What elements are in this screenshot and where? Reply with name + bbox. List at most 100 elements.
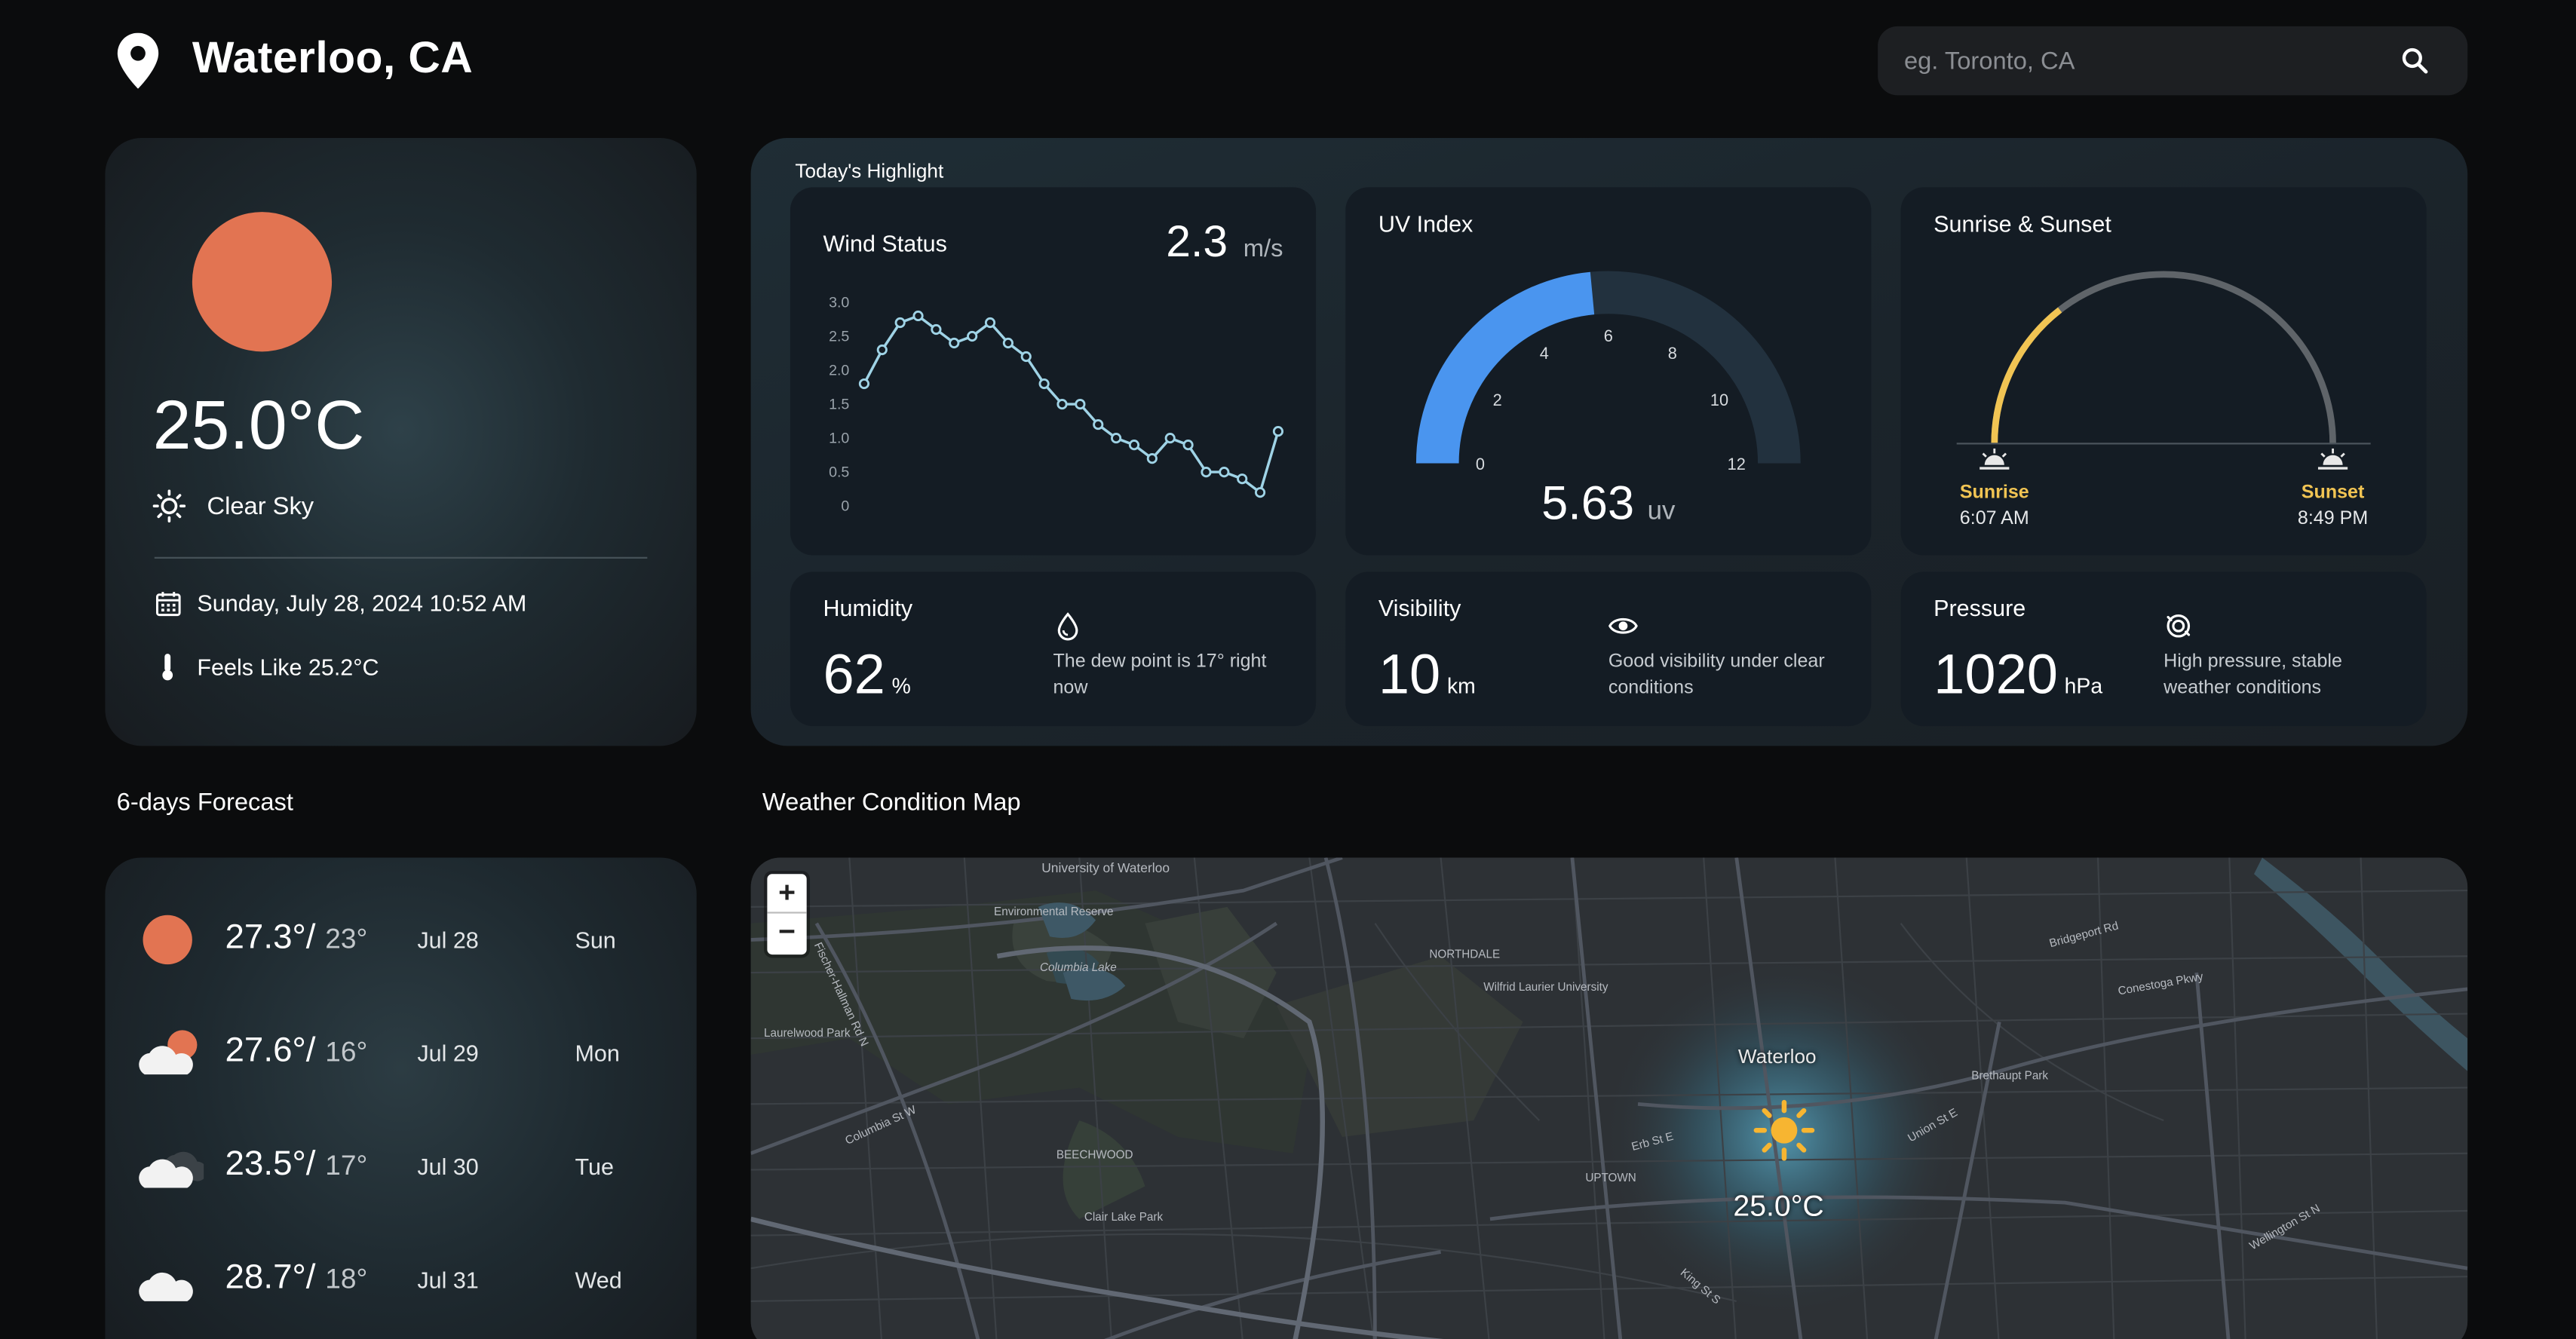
pressure-unit: hPa: [2064, 673, 2103, 699]
uv-value: 5.63: [1541, 478, 1635, 531]
wind-data-point: [1128, 440, 1140, 451]
uv-tick-label: 2: [1493, 391, 1502, 409]
y-tick-label: 1.5: [829, 397, 849, 413]
zoom-in-button[interactable]: +: [767, 874, 807, 914]
pressure-icon: [2167, 614, 2191, 638]
forecast-low: 17°: [325, 1150, 368, 1181]
map-tiles: [750, 857, 2468, 1339]
wind-line-chart: 3.0 2.5 2.0 1.5 1.0 0.5 0: [829, 294, 1284, 515]
wind-data-point: [876, 344, 888, 356]
map-city-label: Waterloo: [1737, 1044, 1817, 1068]
forecast-date: Jul 30: [417, 1153, 479, 1180]
droplet-icon: [1057, 612, 1078, 641]
search-icon[interactable]: [2399, 44, 2432, 78]
forecast-high: 27.6°/: [225, 1031, 316, 1070]
cloud-icon: [139, 1272, 193, 1301]
forecast-high: 23.5°/: [225, 1144, 316, 1183]
uv-tick-label: 0: [1476, 455, 1485, 473]
forecast-high: 28.7°/: [225, 1258, 316, 1297]
sun-icon: [143, 915, 192, 965]
y-tick-label: 0.5: [829, 464, 849, 481]
wind-data-point: [1219, 467, 1230, 478]
wind-data-point: [1146, 453, 1158, 464]
visibility-note: Good visibility under clear conditions: [1608, 652, 1825, 699]
humidity-note: The dew point is 17° right now: [1053, 652, 1267, 699]
y-tick-label: 3.0: [829, 294, 849, 311]
map-temp-label: 25.0°C: [1733, 1189, 1824, 1223]
forecast-temps: 27.6°/ 16°: [225, 1032, 367, 1071]
sun-arc-progress: [1991, 307, 2062, 444]
forecast-temps: 28.7°/ 18°: [225, 1258, 367, 1298]
uv-tick-label: 10: [1710, 391, 1728, 409]
forecast-date: Jul 29: [417, 1040, 479, 1067]
sunrise-sunset-card: Sunrise & Sunset Sunrise 6:07 AM Sunset …: [1900, 187, 2427, 556]
visibility-unit: km: [1446, 673, 1476, 699]
wind-data-point: [1201, 467, 1212, 478]
wind-series-line: [863, 314, 1280, 495]
y-tick-label: 2.0: [829, 363, 849, 379]
wind-data-point: [1182, 440, 1194, 451]
pressure-title: Pressure: [1934, 594, 2026, 621]
y-tick-label: 1.0: [829, 431, 849, 447]
map-label: Wilfrid Laurier University: [1483, 982, 1608, 994]
wind-data-point: [949, 337, 960, 349]
weather-map[interactable]: + − University of Waterloo Environmental…: [750, 857, 2468, 1339]
forecast-date: Jul 28: [417, 927, 479, 953]
humidity-value: 62: [823, 644, 885, 707]
wind-data-point: [1056, 398, 1068, 410]
forecast-row: 27.6°/ 16° Jul 29 Mon: [105, 1012, 696, 1094]
forecast-day: Wed: [575, 1267, 622, 1293]
sunrise-icon: [1980, 448, 2010, 470]
wind-data-point: [1254, 487, 1266, 498]
highlights-title: Today's Highlight: [795, 159, 944, 182]
map-label: BEECHWOOD: [1056, 1150, 1133, 1162]
map-label: Clair Lake Park: [1084, 1212, 1164, 1224]
pressure-card: Pressure 1020 hPa High pressure, stable w…: [1900, 571, 2427, 727]
forecast-temps: 23.5°/ 17°: [225, 1145, 367, 1184]
search-input[interactable]: [1878, 26, 2371, 96]
calendar-icon: [156, 592, 181, 617]
map-sun-icon: [1753, 1099, 1815, 1161]
forecast-day: Tue: [575, 1153, 614, 1180]
search-bar: [1878, 26, 2468, 96]
sun-small-icon: [152, 489, 186, 522]
uv-tick-label: 6: [1604, 326, 1613, 345]
wind-data-point: [1002, 337, 1014, 349]
forecast-day: Mon: [575, 1040, 620, 1067]
wind-data-point: [1038, 378, 1050, 390]
sun-icon: [192, 212, 333, 352]
visibility-card: Visibility 10 km Good visibility under cl…: [1345, 571, 1872, 727]
pressure-value-wrap: 1020 hPa: [1934, 644, 2102, 708]
wind-data-point: [1237, 473, 1248, 485]
map-label: NORTHDALE: [1429, 949, 1501, 961]
map-label: UPTOWN: [1585, 1172, 1636, 1185]
forecast-row: 28.7°/ 18° Jul 31 Wed: [105, 1239, 696, 1321]
zoom-out-button[interactable]: −: [767, 914, 806, 953]
uv-tick-label: 4: [1540, 344, 1549, 363]
sunset-label: Sunset: [2301, 483, 2365, 503]
uv-tick-label: 12: [1728, 455, 1746, 473]
wind-data-point: [1272, 426, 1284, 437]
wind-data-point: [1020, 351, 1032, 363]
humidity-unit: %: [891, 673, 911, 699]
humidity-title: Humidity: [823, 594, 913, 621]
forecast-title: 6-days Forecast: [116, 788, 293, 817]
forecast-high: 27.3°/: [225, 918, 316, 957]
forecast-date: Jul 31: [417, 1267, 479, 1293]
wind-data-point: [931, 323, 942, 336]
wind-data-point: [1075, 398, 1086, 410]
forecast-temps: 27.3°/ 23°: [225, 918, 367, 958]
visibility-value-wrap: 10 km: [1378, 644, 1476, 708]
map-label: Environmental Reserve: [994, 906, 1114, 919]
visibility-title: Visibility: [1378, 594, 1461, 621]
wind-data-point: [1164, 433, 1176, 444]
cloudy-icon: [139, 1151, 204, 1188]
wind-data-point: [858, 378, 870, 390]
forecast-low: 23°: [325, 923, 368, 955]
pressure-note: High pressure, stable weather conditions: [2164, 652, 2342, 699]
map-label: University of Waterloo: [1041, 860, 1170, 876]
map-label: Brethaupt Park: [1971, 1071, 2049, 1083]
map-label: Columbia Lake: [1040, 962, 1117, 975]
wind-status-card: Wind Status 2.3 m/s 3.0 2.5 2.0 1.5 1.0 0.5 0: [790, 187, 1317, 556]
uv-unit: uv: [1647, 498, 1676, 526]
